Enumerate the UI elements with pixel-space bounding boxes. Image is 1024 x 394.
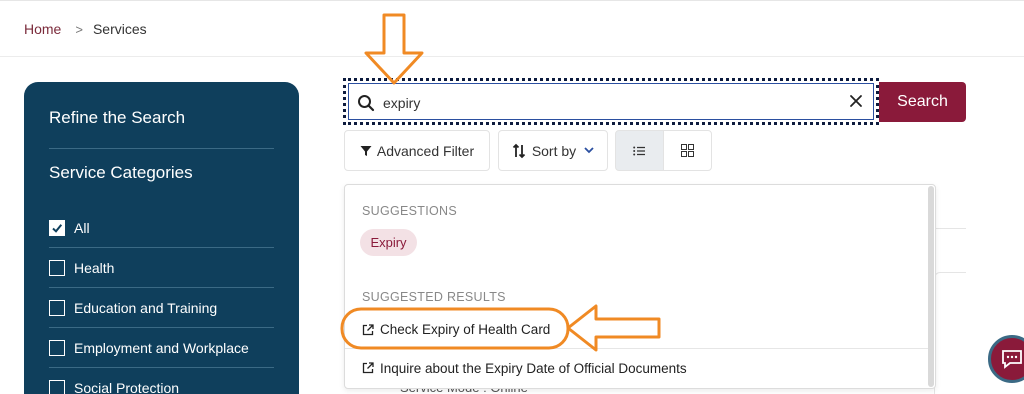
external-link-icon (362, 362, 374, 374)
search-suggestions-dropdown: SUGGESTIONS Expiry SUGGESTED RESULTS Che… (344, 184, 936, 389)
category-label: Education and Training (74, 299, 218, 316)
down-arrow-annotation (364, 13, 424, 85)
suggestions-heading: SUGGESTIONS (362, 204, 457, 218)
suggestion-chip[interactable]: Expiry (360, 229, 417, 256)
sidebar-title: Refine the Search (49, 108, 186, 127)
category-item-social-protection[interactable]: Social Protection (49, 368, 274, 394)
list-view-button[interactable] (615, 130, 664, 171)
category-item-employment[interactable]: Employment and Workplace (49, 328, 274, 368)
category-label: Employment and Workplace (74, 339, 249, 356)
service-categories-heading: Service Categories (49, 163, 193, 182)
sort-by-label: Sort by (531, 142, 577, 159)
breadcrumb: Home > Services (24, 21, 147, 37)
suggested-results-heading: SUGGESTED RESULTS (362, 290, 506, 304)
breadcrumb-current: Services (92, 21, 147, 37)
sidebar-divider (49, 148, 274, 149)
filter-icon (360, 145, 372, 157)
advanced-filter-label: Advanced Filter (376, 142, 475, 159)
category-item-health[interactable]: Health (49, 248, 274, 288)
checkbox-icon[interactable] (49, 379, 65, 394)
left-arrow-annotation (566, 304, 661, 352)
category-label: Health (74, 259, 115, 276)
breadcrumb-separator: > (75, 21, 83, 37)
suggested-result-item[interactable]: Inquire about the Expiry Date of Officia… (345, 349, 929, 387)
chevron-down-icon (584, 147, 594, 154)
sort-icon (512, 143, 526, 159)
category-label: Social Protection (74, 379, 180, 394)
refine-search-sidebar: Refine the Search Service Categories All… (24, 82, 299, 394)
background-divider (934, 228, 966, 229)
breadcrumb-home-link[interactable]: Home (24, 21, 61, 37)
checkbox-icon[interactable] (49, 299, 65, 316)
background-result-card (934, 272, 966, 394)
search-icon (357, 94, 375, 117)
checkbox-icon[interactable] (49, 339, 65, 356)
category-list: All Health Education and Training Employ… (49, 208, 274, 394)
highlight-ellipse-annotation (340, 307, 570, 350)
grid-view-icon (681, 144, 694, 157)
list-view-icon (633, 146, 646, 156)
checkbox-icon[interactable] (49, 259, 65, 276)
search-button[interactable]: Search (879, 82, 966, 122)
close-icon[interactable] (849, 94, 863, 113)
category-label: All (74, 219, 90, 236)
chat-widget-button[interactable] (988, 335, 1024, 383)
search-box-focused (343, 78, 879, 125)
sort-by-button[interactable]: Sort by (498, 130, 608, 171)
checkbox-checked-icon[interactable] (49, 219, 65, 236)
suggested-result-label: Inquire about the Expiry Date of Officia… (380, 360, 687, 376)
chat-icon (1001, 349, 1023, 369)
search-box (348, 83, 874, 120)
search-input[interactable] (383, 93, 823, 113)
grid-view-button[interactable] (663, 130, 712, 171)
category-item-all[interactable]: All (49, 208, 274, 248)
dropdown-scrollbar[interactable] (928, 186, 934, 387)
advanced-filter-button[interactable]: Advanced Filter (344, 130, 490, 171)
category-item-education[interactable]: Education and Training (49, 288, 274, 328)
breadcrumb-bar: Home > Services (0, 1, 1024, 57)
